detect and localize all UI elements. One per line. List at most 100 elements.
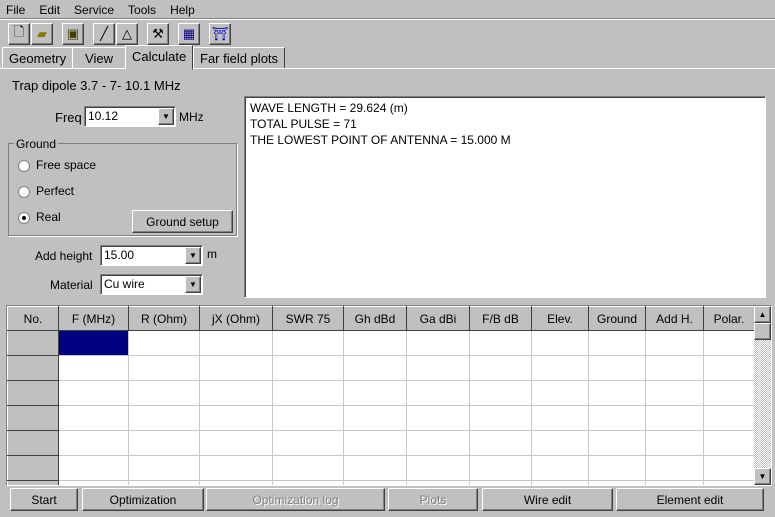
scroll-thumb[interactable] — [754, 323, 771, 340]
grid-cell[interactable] — [531, 430, 589, 456]
grid-cell[interactable] — [343, 355, 407, 381]
grid-cell[interactable] — [199, 455, 273, 481]
row-header[interactable] — [7, 430, 59, 456]
grid-cell[interactable] — [531, 380, 589, 406]
grid-cell[interactable] — [703, 430, 755, 456]
grid-cell[interactable] — [588, 480, 646, 485]
grid-cell[interactable] — [58, 355, 129, 381]
menu-tools[interactable]: Tools — [128, 3, 156, 17]
column-header[interactable]: Add H. — [645, 306, 704, 331]
column-header[interactable]: Elev. — [531, 306, 589, 331]
grid-cell[interactable] — [588, 330, 646, 356]
grid-cell[interactable] — [469, 355, 532, 381]
ground-setup-button[interactable]: Ground setup — [132, 210, 233, 233]
grid-cell[interactable] — [199, 355, 273, 381]
row-header[interactable] — [7, 455, 59, 481]
radio-real[interactable]: Real — [18, 210, 61, 224]
grid-cell[interactable] — [531, 455, 589, 481]
menu-file[interactable]: File — [6, 3, 25, 17]
column-header[interactable]: Gh dBd — [343, 306, 407, 331]
grid-cell[interactable] — [128, 430, 200, 456]
grid-cell[interactable] — [645, 405, 704, 431]
row-header[interactable] — [7, 355, 59, 381]
antenna-run-icon[interactable]: ⛩ — [209, 23, 231, 45]
grid-cell[interactable] — [58, 330, 129, 356]
grid-cell[interactable] — [531, 355, 589, 381]
radio-free-space[interactable]: Free space — [18, 158, 96, 172]
grid-cell[interactable] — [128, 405, 200, 431]
column-header[interactable]: jX (Ohm) — [199, 306, 273, 331]
grid-cell[interactable] — [199, 405, 273, 431]
grid-cell[interactable] — [469, 455, 532, 481]
grid-cell[interactable] — [272, 380, 344, 406]
grid-cell[interactable] — [645, 430, 704, 456]
grid-cell[interactable] — [343, 330, 407, 356]
add-height-combo[interactable]: 15.00 ▼ — [100, 245, 203, 266]
menu-help[interactable]: Help — [170, 3, 195, 17]
output-text-area[interactable]: WAVE LENGTH = 29.624 (m) TOTAL PULSE = 7… — [244, 96, 766, 298]
grid-cell[interactable] — [128, 455, 200, 481]
grid-cell[interactable] — [406, 405, 470, 431]
column-header[interactable]: Ground — [588, 306, 646, 331]
grid-cell[interactable] — [199, 430, 273, 456]
results-grid[interactable]: No. F (MHz) R (Ohm) jX (Ohm) SWR 75 Gh dBd Ga … — [6, 305, 772, 486]
save-disk-icon[interactable]: ▣ — [62, 23, 84, 45]
column-header[interactable]: SWR 75 — [272, 306, 344, 331]
grid-cell[interactable] — [272, 355, 344, 381]
plots-button[interactable]: Plots — [388, 488, 478, 511]
grid-cell[interactable] — [343, 455, 407, 481]
optimization-button[interactable]: Optimization — [82, 488, 204, 511]
row-header[interactable] — [7, 380, 59, 406]
column-header[interactable]: Polar. — [703, 306, 755, 331]
tools-icon[interactable]: ⚒ — [147, 23, 169, 45]
grid-cell[interactable] — [531, 330, 589, 356]
grid-cell[interactable] — [469, 405, 532, 431]
grid-cell[interactable] — [343, 480, 407, 485]
grid-cell[interactable] — [199, 480, 273, 485]
grid-cell[interactable] — [199, 330, 273, 356]
material-combo[interactable]: Cu wire ▼ — [100, 274, 203, 295]
grid-cell[interactable] — [406, 480, 470, 485]
grid-cell[interactable] — [645, 380, 704, 406]
grid-cell[interactable] — [343, 430, 407, 456]
grid-cell[interactable] — [588, 430, 646, 456]
tab-geometry[interactable]: Geometry — [2, 47, 74, 69]
row-header[interactable] — [7, 330, 59, 356]
grid-cell[interactable] — [469, 330, 532, 356]
optimization-log-button[interactable]: Optimization log — [206, 488, 385, 511]
grid-cell[interactable] — [531, 405, 589, 431]
grid-cell[interactable] — [588, 380, 646, 406]
grid-cell[interactable] — [469, 430, 532, 456]
column-header[interactable]: F/B dB — [469, 306, 532, 331]
new-file-icon[interactable]: 🗋 — [8, 23, 30, 45]
vertical-scrollbar[interactable]: ▲ ▼ — [754, 306, 771, 485]
menu-edit[interactable]: Edit — [39, 3, 60, 17]
grid-cell[interactable] — [645, 330, 704, 356]
grid-cell[interactable] — [406, 355, 470, 381]
grid-cell[interactable] — [645, 355, 704, 381]
grid-cell[interactable] — [703, 380, 755, 406]
grid-cell[interactable] — [588, 405, 646, 431]
wire-edit-button[interactable]: Wire edit — [482, 488, 613, 511]
grid-cell[interactable] — [703, 405, 755, 431]
grid-cell[interactable] — [703, 455, 755, 481]
column-header[interactable]: Ga dBi — [406, 306, 470, 331]
grid-cell[interactable] — [58, 430, 129, 456]
grid-cell[interactable] — [343, 405, 407, 431]
grid-cell[interactable] — [588, 455, 646, 481]
wire-line-icon[interactable]: ╱ — [93, 23, 115, 45]
grid-cell[interactable] — [406, 380, 470, 406]
grid-cell[interactable] — [272, 405, 344, 431]
grid-cell[interactable] — [272, 455, 344, 481]
grid-cell[interactable] — [588, 355, 646, 381]
start-button[interactable]: Start — [10, 488, 78, 511]
freq-combo[interactable]: 10.12 ▼ — [84, 106, 176, 127]
chevron-down-icon[interactable]: ▼ — [185, 247, 201, 264]
radio-perfect[interactable]: Perfect — [18, 184, 74, 198]
grid-cell[interactable] — [343, 380, 407, 406]
grid-cell[interactable] — [58, 455, 129, 481]
calculator-icon[interactable]: ▦ — [178, 23, 200, 45]
scroll-down-icon[interactable]: ▼ — [754, 468, 771, 485]
grid-cell[interactable] — [128, 380, 200, 406]
chevron-down-icon[interactable]: ▼ — [185, 276, 201, 293]
